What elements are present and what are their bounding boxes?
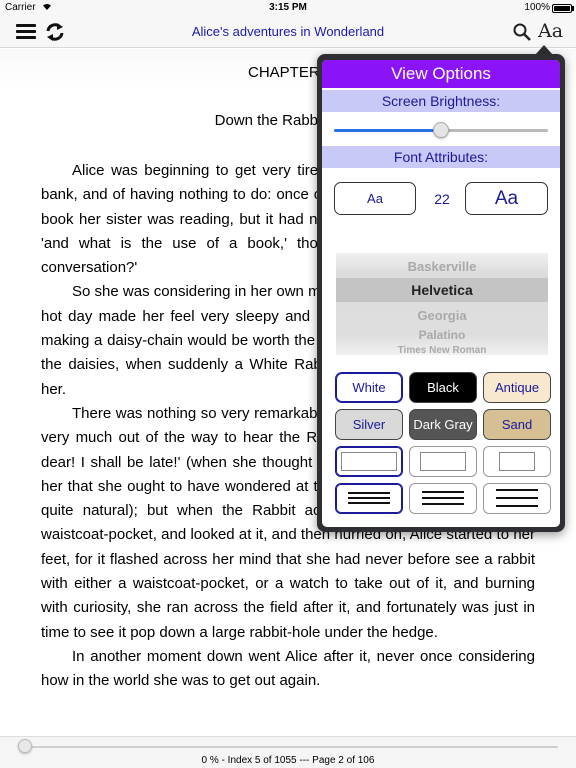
font-option[interactable]: Georgia (336, 308, 548, 323)
font-option[interactable]: Palatino (336, 328, 548, 342)
margin-narrow-button[interactable] (335, 446, 403, 477)
theme-white-button[interactable]: White (335, 372, 403, 403)
margin-medium-button[interactable] (409, 446, 477, 477)
line-spacing-icon (422, 503, 464, 505)
line-spacing-icon (422, 497, 464, 499)
brightness-label: Screen Brightness: (322, 90, 560, 112)
theme-dark-gray-button[interactable]: Dark Gray (409, 409, 477, 440)
menu-icon[interactable] (16, 24, 36, 40)
font-attributes-label: Font Attributes: (322, 146, 560, 168)
font-picker[interactable]: Baskerville Helvetica Georgia Palatino T… (336, 253, 548, 355)
battery-icon (552, 4, 572, 13)
font-option-selected[interactable]: Helvetica (336, 278, 548, 302)
margin-medium-icon (420, 452, 466, 471)
line-spacing-icon (348, 502, 390, 504)
battery-tip (572, 6, 574, 11)
nav-bar: Alice's adventures in Wonderland Aa (0, 16, 576, 48)
line-spacing-icon (348, 497, 390, 499)
search-icon[interactable] (512, 22, 532, 47)
paragraph: In another moment down went Alice after … (41, 647, 535, 690)
brightness-slider-knob[interactable] (433, 122, 449, 138)
line-spacing-tight-button[interactable] (335, 483, 403, 514)
line-spacing-icon (496, 489, 538, 491)
increase-font-button[interactable]: Aa (465, 182, 548, 215)
theme-black-button[interactable]: Black (409, 372, 477, 403)
page-slider-track[interactable] (18, 746, 558, 748)
margin-wide-button[interactable] (483, 446, 551, 477)
margin-wide-icon (499, 452, 535, 471)
theme-sand-button[interactable]: Sand (483, 409, 551, 440)
bottom-bar: 0 % - Index 5 of 1055 --- Page 2 of 106 (0, 736, 576, 768)
view-options-button[interactable]: Aa (538, 20, 563, 42)
line-spacing-wide-button[interactable] (483, 483, 551, 514)
view-options-popover: View Options Screen Brightness: Font Att… (317, 54, 565, 532)
status-bar: Carrier 3:15 PM 100% (0, 0, 576, 16)
font-option[interactable]: Baskerville (336, 259, 548, 274)
status-time: 3:15 PM (269, 2, 307, 13)
book-title: Alice's adventures in Wonderland (191, 24, 385, 39)
sync-icon[interactable] (44, 22, 66, 47)
font-size-value: 22 (434, 191, 450, 207)
margin-narrow-icon (341, 452, 397, 471)
theme-silver-button[interactable]: Silver (335, 409, 403, 440)
page-slider-knob[interactable] (18, 739, 32, 753)
decrease-font-button[interactable]: Aa (334, 182, 416, 215)
battery-percent: 100% (524, 2, 550, 13)
font-option[interactable]: Times New Roman (336, 345, 548, 355)
line-spacing-medium-button[interactable] (409, 483, 477, 514)
view-options-panel: View Options Screen Brightness: Font Att… (322, 60, 560, 527)
line-spacing-icon (496, 505, 538, 507)
brightness-slider-fill (334, 129, 441, 132)
progress-label: 0 % - Index 5 of 1055 --- Page 2 of 106 (201, 755, 375, 766)
theme-antique-button[interactable]: Antique (483, 372, 551, 403)
line-spacing-icon (496, 497, 538, 499)
line-spacing-icon (422, 491, 464, 493)
line-spacing-icon (348, 492, 390, 494)
view-options-title: View Options (322, 60, 560, 88)
